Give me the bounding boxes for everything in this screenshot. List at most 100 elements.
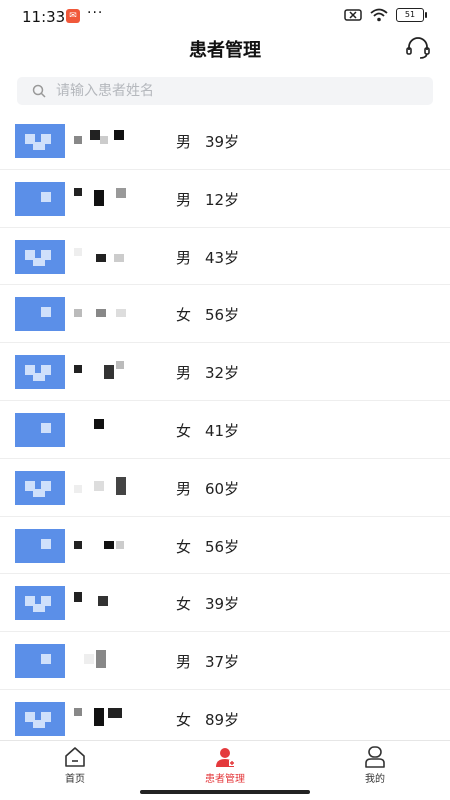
search-icon: [32, 84, 46, 98]
patient-avatar: [15, 701, 65, 736]
redaction-block: [94, 480, 104, 491]
redaction-block: [96, 253, 106, 262]
patient-name-redacted: [74, 130, 134, 152]
patient-age: 39岁: [205, 133, 240, 151]
patient-row[interactable]: 男 37岁: [0, 632, 450, 690]
avatar-pixel: [33, 604, 45, 613]
redaction-block: [98, 596, 108, 607]
patient-name-redacted: [74, 535, 134, 557]
redaction-block: [74, 136, 82, 144]
patient-avatar: [15, 297, 65, 332]
more-notifications-icon: ···: [87, 5, 104, 21]
redaction-block: [74, 309, 82, 318]
tab-patients[interactable]: 患者管理: [150, 741, 300, 787]
redaction-block: [94, 707, 104, 726]
patient-avatar: [15, 470, 65, 505]
tab-home-label: 首页: [65, 774, 85, 785]
search-input[interactable]: [54, 82, 418, 100]
patient-gender: 男: [176, 479, 192, 498]
patient-gender: 男: [176, 190, 192, 209]
home-indicator: [140, 790, 310, 794]
redaction-block: [74, 247, 82, 256]
tab-bar: 首页 患者管理 我的: [0, 740, 450, 787]
avatar-pixel: [33, 257, 45, 266]
redaction-block: [74, 484, 82, 493]
patient-row[interactable]: 女 56岁: [0, 285, 450, 344]
tab-mine[interactable]: 我的: [300, 741, 450, 787]
patient-list: 男 39岁男 12岁男 43岁女 56岁男 32岁女 41岁男 60岁女 56岁女 39岁男 37岁…: [0, 112, 450, 748]
redaction-block: [94, 418, 104, 429]
redaction-block: [116, 540, 124, 549]
tab-home[interactable]: 首页: [0, 741, 150, 787]
patient-gender: 男: [176, 248, 192, 267]
avatar-pixel: [41, 422, 51, 433]
patient-row[interactable]: 女 41岁: [0, 401, 450, 459]
redaction-block: [114, 130, 124, 140]
status-time: 11:33: [22, 8, 66, 26]
patient-age: 89岁: [205, 710, 240, 729]
redaction-block: [116, 187, 126, 198]
patient-age: 41岁: [205, 421, 240, 440]
redaction-block: [96, 650, 106, 669]
redaction-block: [84, 654, 94, 665]
patient-name-redacted: [74, 361, 134, 383]
patient-avatar: [15, 355, 65, 390]
patient-name-redacted: [74, 246, 134, 268]
patient-name-redacted: [74, 707, 134, 730]
avatar-pixel: [41, 654, 51, 665]
redaction-block: [74, 187, 82, 196]
patient-row[interactable]: 男 32岁: [0, 343, 450, 401]
patient-age: 43岁: [205, 248, 240, 267]
search-box[interactable]: [17, 77, 433, 105]
redaction-block: [108, 707, 122, 718]
status-bar: 11:33 ✉ ··· 51: [0, 0, 450, 32]
avatar-pixel: [33, 488, 45, 497]
patient-avatar: [15, 124, 65, 158]
redaction-block: [116, 361, 124, 370]
patient-avatar: [15, 181, 65, 216]
redaction-block: [116, 309, 126, 318]
avatar-pixel: [41, 538, 51, 549]
patient-age: 56岁: [205, 306, 240, 325]
patient-row[interactable]: 男 39岁: [0, 112, 450, 170]
redaction-block: [114, 253, 124, 262]
patient-age: 39岁: [205, 595, 240, 614]
patient-name-redacted: [74, 303, 134, 325]
patient-row[interactable]: 男 12岁: [0, 170, 450, 228]
patient-row[interactable]: 男 43岁: [0, 228, 450, 286]
patient-row[interactable]: 女 39岁: [0, 574, 450, 633]
patient-avatar: [15, 239, 65, 274]
patient-avatar: [15, 644, 65, 679]
customer-service-icon[interactable]: [404, 34, 432, 62]
patient-gender: 男: [176, 133, 192, 151]
patient-management-icon: [216, 748, 235, 767]
page-title: 患者管理: [189, 40, 261, 61]
patient-name-redacted: [74, 650, 134, 672]
tab-patients-label: 患者管理: [205, 774, 245, 785]
home-icon: [65, 747, 85, 767]
patient-avatar: [15, 586, 65, 621]
patient-row[interactable]: 女 56岁: [0, 517, 450, 575]
avatar-pixel: [41, 307, 51, 318]
wifi-icon: [370, 8, 388, 22]
redaction-block: [96, 309, 106, 318]
redaction-block: [104, 540, 114, 549]
redaction-block: [116, 476, 126, 495]
status-right: 51: [344, 8, 427, 22]
patient-age: 12岁: [205, 190, 240, 209]
redaction-block: [74, 592, 82, 603]
redaction-block: [74, 707, 82, 716]
patient-age: 56岁: [205, 537, 240, 556]
avatar-pixel: [33, 373, 45, 382]
avatar-pixel: [41, 191, 51, 202]
patient-name-redacted: [74, 592, 134, 614]
nav-bar: 患者管理: [0, 32, 450, 68]
patient-avatar: [15, 412, 65, 447]
avatar-pixel: [33, 142, 45, 150]
patient-gender: 女: [176, 710, 192, 729]
redaction-block: [90, 130, 100, 140]
patient-row[interactable]: 男 60岁: [0, 459, 450, 517]
patient-name-redacted: [74, 187, 134, 210]
profile-icon: [365, 746, 385, 768]
patient-name-redacted: [74, 476, 134, 499]
